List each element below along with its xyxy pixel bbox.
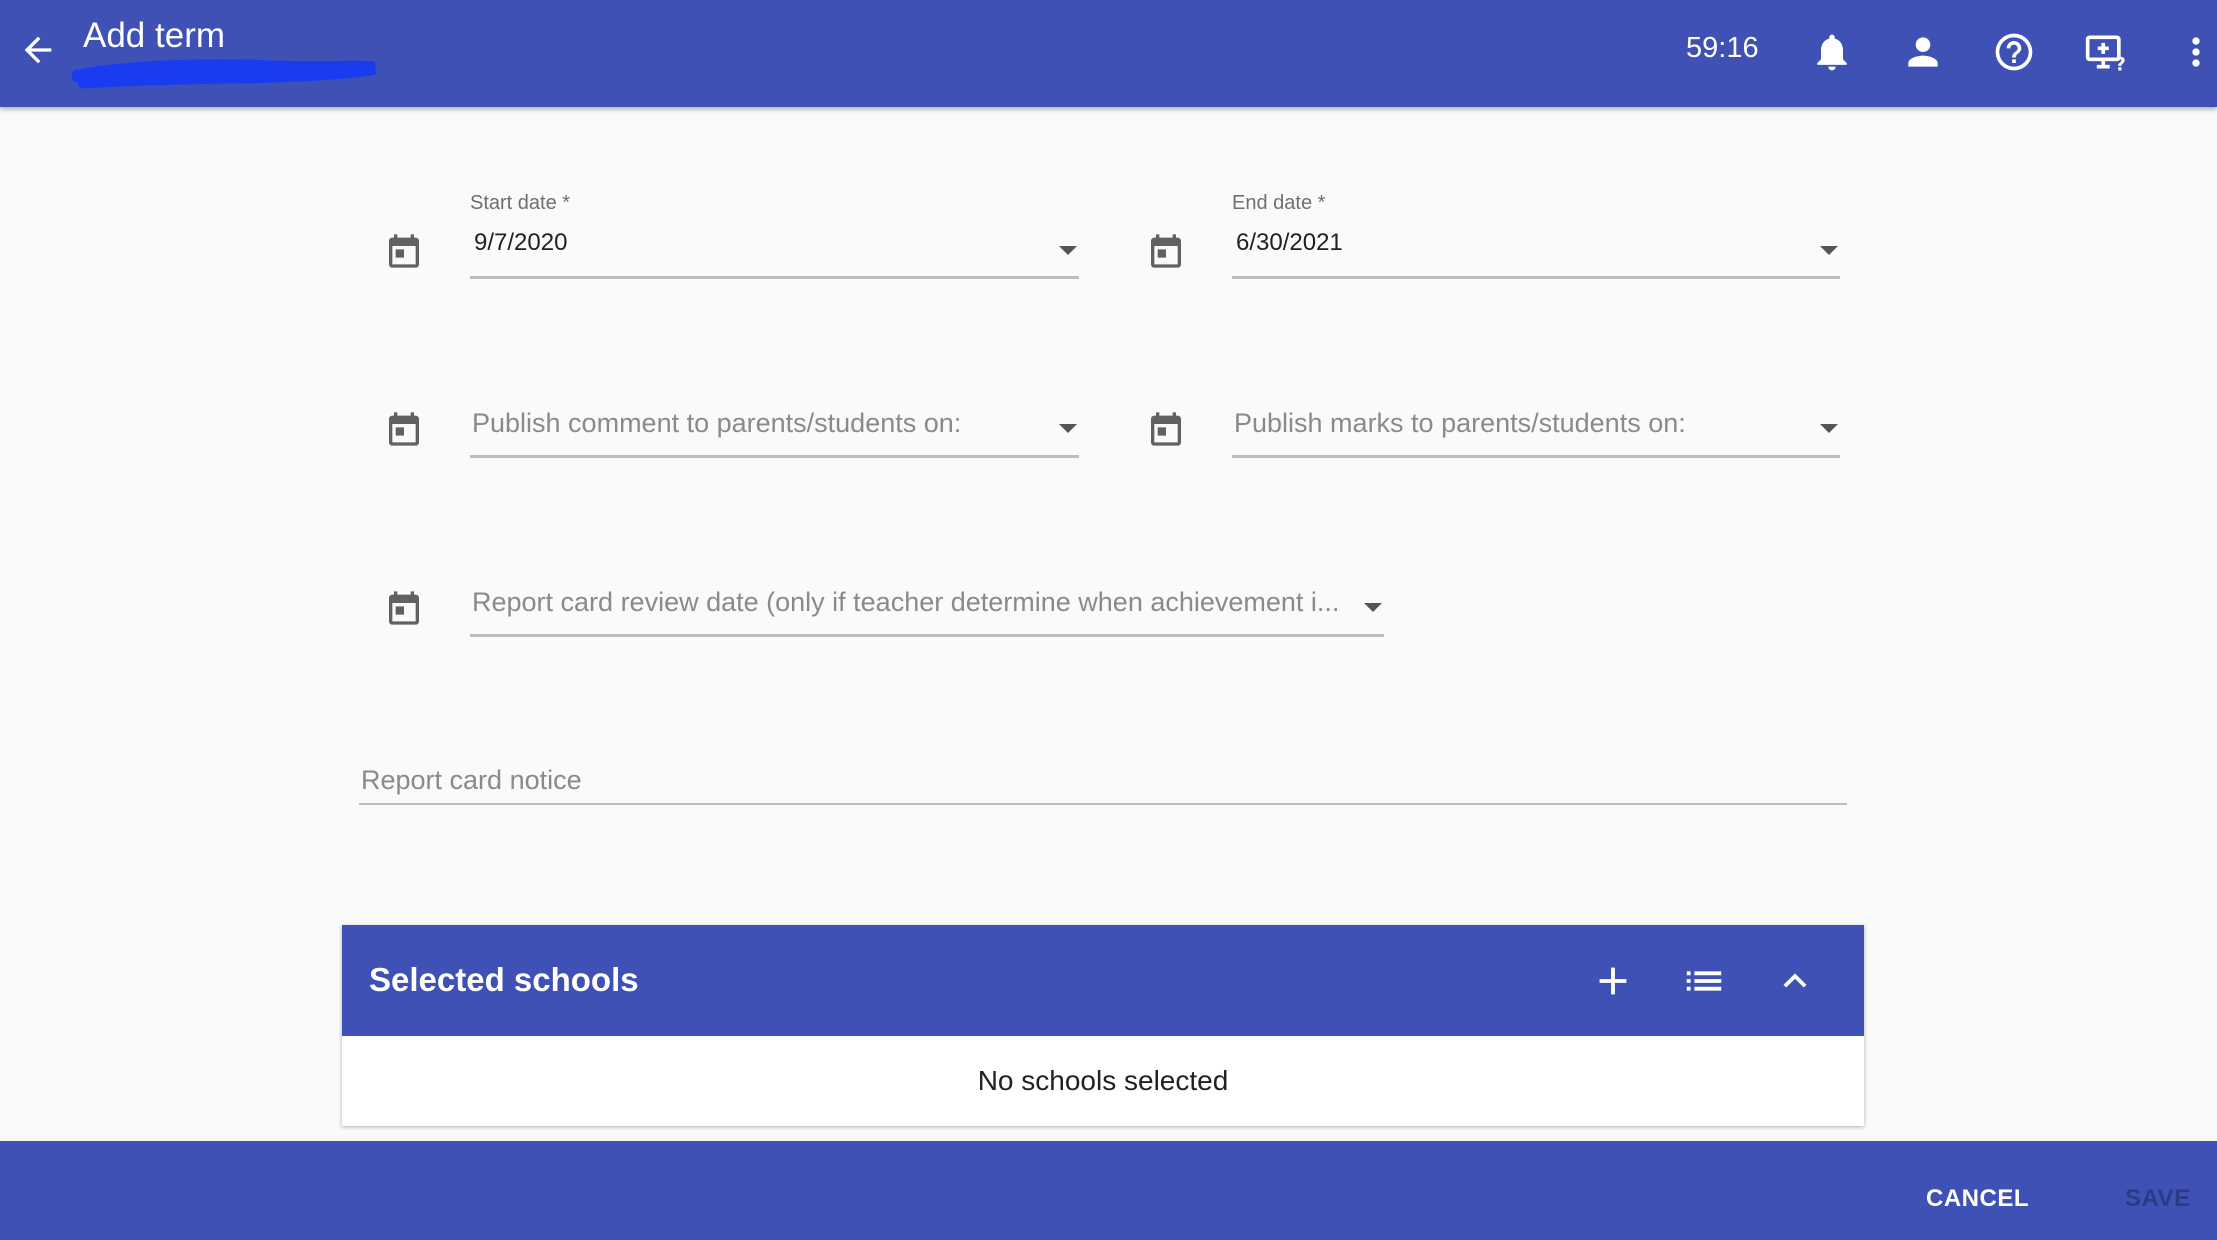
start-date-field[interactable]: Start date * 9/7/2020: [470, 192, 1079, 279]
calendar-icon[interactable]: [384, 231, 424, 271]
publish-marks-placeholder: Publish marks to parents/students on:: [1234, 408, 1686, 438]
cancel-button[interactable]: CANCEL: [1926, 1185, 2029, 1213]
report-card-review-placeholder: Report card review date (only if teacher…: [472, 587, 1340, 617]
footer-bar: CANCEL SAVE: [0, 1141, 2217, 1240]
screen-help-icon[interactable]: ?: [2084, 30, 2128, 74]
dropdown-arrow-icon[interactable]: [1820, 424, 1838, 433]
field-underline: [470, 634, 1384, 637]
page-title: Add term: [83, 16, 225, 55]
session-timer: 59:16: [1686, 32, 1759, 64]
save-button[interactable]: SAVE: [2125, 1185, 2191, 1213]
calendar-icon[interactable]: [1146, 409, 1186, 449]
start-date-value: 9/7/2020: [474, 229, 568, 256]
selected-schools-panel: Selected schools No schools selected: [342, 925, 1864, 1126]
dropdown-arrow-icon[interactable]: [1820, 246, 1838, 255]
publish-comment-field[interactable]: Publish comment to parents/students on:: [470, 408, 1079, 458]
report-card-review-field[interactable]: Report card review date (only if teacher…: [470, 587, 1384, 637]
add-icon[interactable]: [1590, 958, 1636, 1004]
calendar-icon[interactable]: [384, 409, 424, 449]
chevron-up-icon[interactable]: [1772, 958, 1818, 1004]
field-underline: [359, 803, 1847, 805]
bell-icon[interactable]: [1810, 30, 1854, 74]
end-date-field[interactable]: End date * 6/30/2021: [1232, 192, 1840, 279]
publish-marks-field[interactable]: Publish marks to parents/students on:: [1232, 408, 1840, 458]
more-vert-icon[interactable]: [2174, 30, 2217, 74]
field-underline: [470, 276, 1079, 279]
end-date-value: 6/30/2021: [1236, 229, 1343, 256]
svg-text:?: ?: [2115, 54, 2126, 74]
field-underline: [470, 455, 1079, 458]
list-icon[interactable]: [1681, 958, 1727, 1004]
dropdown-arrow-icon[interactable]: [1059, 246, 1077, 255]
redaction-scribble: [72, 59, 377, 89]
account-icon[interactable]: [1901, 30, 1945, 74]
start-date-label: Start date *: [470, 192, 571, 214]
dropdown-arrow-icon[interactable]: [1059, 424, 1077, 433]
report-card-notice-placeholder: Report card notice: [361, 765, 582, 795]
empty-state-text: No schools selected: [977, 1065, 1229, 1096]
field-underline: [1232, 455, 1840, 458]
panel-header[interactable]: Selected schools: [342, 925, 1864, 1036]
publish-comment-placeholder: Publish comment to parents/students on:: [472, 408, 962, 438]
end-date-label: End date *: [1232, 192, 1326, 214]
back-arrow-icon[interactable]: [18, 30, 58, 70]
dropdown-arrow-icon[interactable]: [1364, 603, 1382, 612]
calendar-icon[interactable]: [1146, 231, 1186, 271]
report-card-notice-field[interactable]: Report card notice: [359, 765, 1847, 805]
panel-title: Selected schools: [369, 961, 639, 998]
calendar-icon[interactable]: [384, 588, 424, 628]
help-icon[interactable]: [1992, 30, 2036, 74]
app-bar: Add term 59:16 ?: [0, 0, 2217, 107]
field-underline: [1232, 276, 1840, 279]
